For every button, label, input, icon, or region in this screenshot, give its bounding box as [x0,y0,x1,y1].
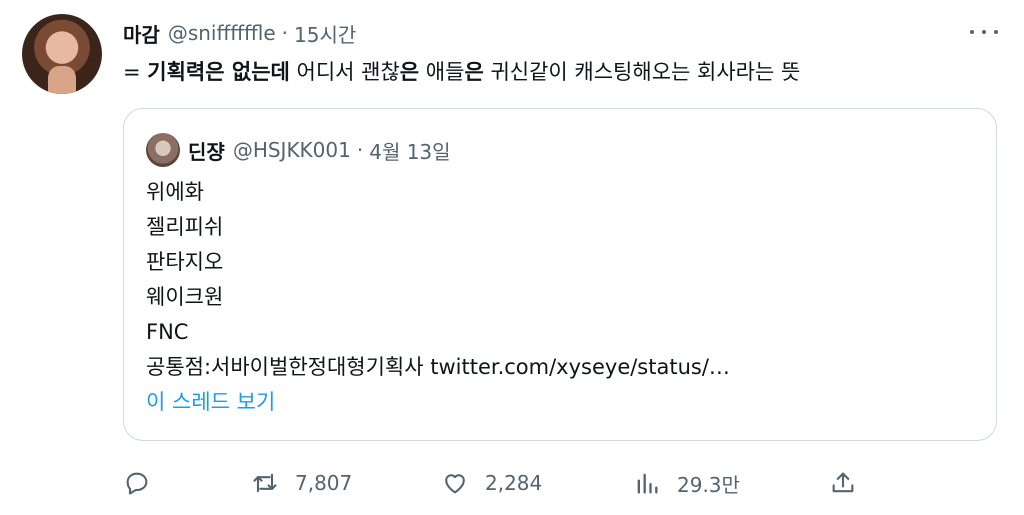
quote-line: 젤리피쉬 [146,215,224,239]
quote-line: 위에화 [146,180,204,204]
like-button[interactable]: 2,284 [441,466,542,500]
author-name[interactable]: 마감 [123,19,160,48]
quote-line: 웨이크원 [146,285,224,309]
tweet-text-part: 귀신같이 캐스팅해오는 회사라는 뜻 [483,60,801,84]
quote-line-text: 공통점:서바이벌한정대형기획사 [146,355,431,379]
author-handle[interactable]: @sniffffffle [168,21,276,45]
reply-button[interactable] [123,466,167,500]
tweet-time[interactable]: 15시간 [294,19,356,48]
quote-line: FNC [146,320,189,344]
quote-date: 4월 13일 [369,139,451,164]
more-icon[interactable] [970,22,998,42]
quote-author-handle: @HSJKK001 [232,138,351,162]
quote-text: 위에화 젤리피쉬 판타지오 웨이크원 FNC 공통점:서바이벌한정대형기획사 t… [146,175,730,385]
show-thread-link[interactable]: 이 스레드 보기 [146,386,275,416]
tweet-text-part: 은 [464,60,484,84]
avatar[interactable] [22,14,102,94]
retweet-button[interactable]: 7,807 [251,466,352,500]
separator-dot: · [281,21,289,45]
retweet-icon [253,473,277,493]
tweet-text: = 기획력은 없는데 어디서 괜찮은 애들은 귀신같이 캐스팅해오는 회사라는 … [123,56,800,86]
quote-link[interactable]: twitter.com/xyseye/status/… [430,355,730,379]
separator-dot: · [356,138,364,162]
retweet-count: 7,807 [295,471,353,495]
quote-author-name: 딘쟝 [188,139,225,164]
tweet-text-part: 은 [399,60,420,84]
quote-line-last: 공통점:서바이벌한정대형기획사 twitter.com/xyseye/statu… [146,350,730,385]
views-icon [637,473,658,494]
view-count: 29.3만 [677,472,740,497]
tweet-text-part: = [123,60,148,84]
tweet-text-part: 기획력은 없는데 [147,60,290,84]
share-icon [832,472,854,493]
like-count: 2,284 [485,471,543,495]
quoted-tweet[interactable]: 딘쟝 @HSJKK001 · 4월 13일 위에화 젤리피쉬 판타지오 웨이크원… [123,108,997,441]
quote-header: 딘쟝 @HSJKK001 · 4월 13일 [188,134,451,166]
tweet-text-part: 어디서 괜찮 [289,60,400,84]
heart-icon [445,474,465,494]
views-button[interactable]: 29.3만 [633,466,740,500]
share-button[interactable] [829,466,857,500]
quote-line: 판타지오 [146,250,224,274]
quote-avatar [146,133,180,167]
tweet-header: 마감 @sniffffffle · 15시간 [123,18,356,48]
tweet-text-part: 애들 [419,60,465,84]
reply-icon [126,472,148,495]
action-bar: 7,807 2,284 29.3만 [123,466,863,500]
